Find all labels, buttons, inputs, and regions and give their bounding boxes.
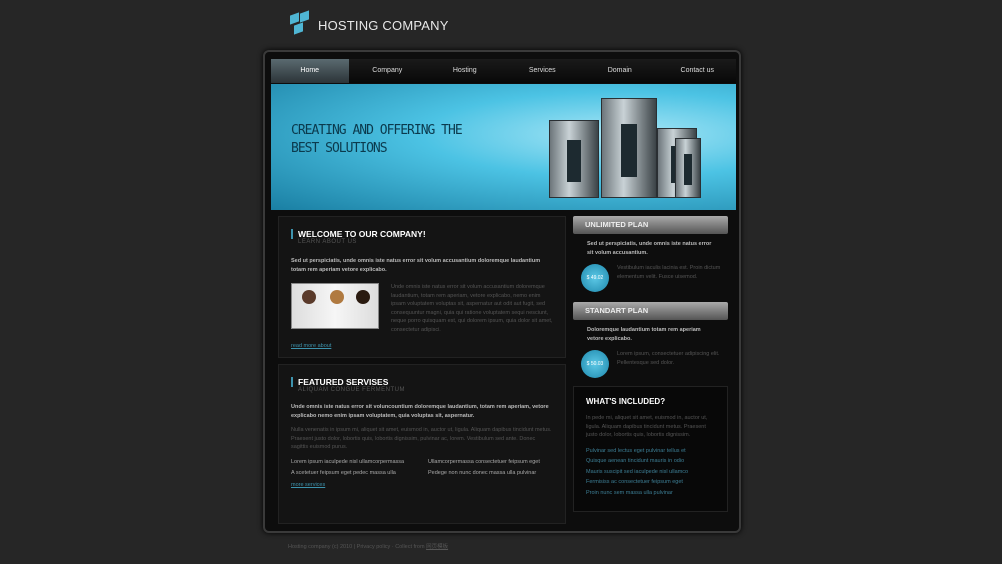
main-frame: Home Company Hosting Services Domain Con… (263, 50, 741, 533)
server-image (601, 98, 657, 198)
included-item[interactable]: Proin nunc sem massa ulla pulvinar (586, 488, 715, 499)
welcome-panel: WELCOME TO OUR COMPANY! LEARN ABOUT US S… (278, 216, 566, 358)
standart-plan: STANDART PLAN Doloremque laudantium tota… (573, 302, 728, 378)
plan-title: UNLIMITED PLAN (573, 216, 728, 234)
list-item: Ullamcorpermassa consectetuer feipsum eg… (428, 458, 540, 465)
plan-text: Vestibulum iaculis lacinia est. Proin di… (617, 265, 721, 280)
welcome-title: WELCOME TO OUR COMPANY! (291, 229, 553, 239)
welcome-subtitle: LEARN ABOUT US (298, 239, 357, 245)
featured-lead: Unde omnis iste natus error sit voluncou… (291, 404, 549, 419)
footer-link[interactable]: 网页模板 (426, 544, 448, 550)
list-item: A scetetuer feipsum eget pedec massa ull… (291, 469, 396, 476)
plan-title: STANDART PLAN (573, 302, 728, 320)
included-body: In pede mi, aliquet sit amet, euismod in… (586, 415, 708, 438)
nav-domain[interactable]: Domain (581, 59, 659, 83)
footer-text: Hosting company (c) 2010 | Privacy polic… (288, 544, 425, 550)
nav-services[interactable]: Services (504, 59, 582, 83)
team-photo (291, 283, 379, 329)
nav-company[interactable]: Company (349, 59, 427, 83)
featured-panel: FEATURED SERVISES ALIQUAM CONGUE FERMENT… (278, 364, 566, 524)
list-item: Pedege non nunc donec massa ulla pulvina… (428, 469, 537, 476)
read-more-link[interactable]: read more about (291, 343, 331, 349)
nav-contact[interactable]: Contact us (659, 59, 737, 83)
unlimited-plan: UNLIMITED PLAN Sed ut perspiciatis, unde… (573, 216, 728, 292)
cubes-icon (290, 10, 310, 38)
nav-home[interactable]: Home (271, 59, 349, 83)
list-item: Lorem ipsum iaculpede nisl ullamcorperma… (291, 458, 405, 465)
included-title: WHAT'S INCLUDED? (586, 397, 666, 406)
included-item[interactable]: Fermisiss ac consectetuer feipsum eget (586, 477, 715, 488)
plan-text: Lorem ipsum, consectetuer adipiscing eli… (617, 351, 720, 366)
plan-lead: Sed ut perspiciatis, unde omnis iste nat… (587, 241, 712, 256)
logo[interactable]: HOSTING COMPANY (290, 10, 449, 38)
price-badge[interactable]: $ 49.02 (581, 264, 609, 292)
price-badge[interactable]: $ 50.03 (581, 350, 609, 378)
footer: Hosting company (c) 2010 | Privacy polic… (288, 542, 448, 550)
server-image (675, 138, 701, 198)
more-services-link[interactable]: more services (291, 482, 553, 488)
site-title: HOSTING COMPANY (318, 17, 449, 33)
welcome-body: Unde omnis iste natus error sit volum ac… (391, 284, 553, 333)
server-image (549, 120, 599, 198)
welcome-lead: Sed ut perspiciatis, unde omnis iste nat… (291, 258, 541, 273)
plan-lead: Doloremque laudantium totam rem aperiam … (587, 327, 701, 342)
featured-body: Nulla venenatis in ipsum mi, aliquet sit… (291, 427, 552, 450)
included-item[interactable]: Pulvinar sed lectus eget pulvinar tellus… (586, 446, 715, 457)
nav-hosting[interactable]: Hosting (426, 59, 504, 83)
featured-title: FEATURED SERVISES (291, 377, 553, 387)
included-item[interactable]: Quisque aenean tincidunt mauris in odio (586, 456, 715, 467)
main-nav: Home Company Hosting Services Domain Con… (271, 59, 736, 83)
banner-headline: CREATING AND OFFERING THE BEST SOLUTIONS (291, 123, 463, 156)
featured-subtitle: ALIQUAM CONGUE FERMENTUM (298, 387, 406, 393)
included-item[interactable]: Mauris suscipit sed iaculpede nisl ullam… (586, 467, 715, 478)
included-panel: WHAT'S INCLUDED? In pede mi, aliquet sit… (573, 386, 728, 512)
hero-banner: CREATING AND OFFERING THE BEST SOLUTIONS (271, 84, 736, 210)
